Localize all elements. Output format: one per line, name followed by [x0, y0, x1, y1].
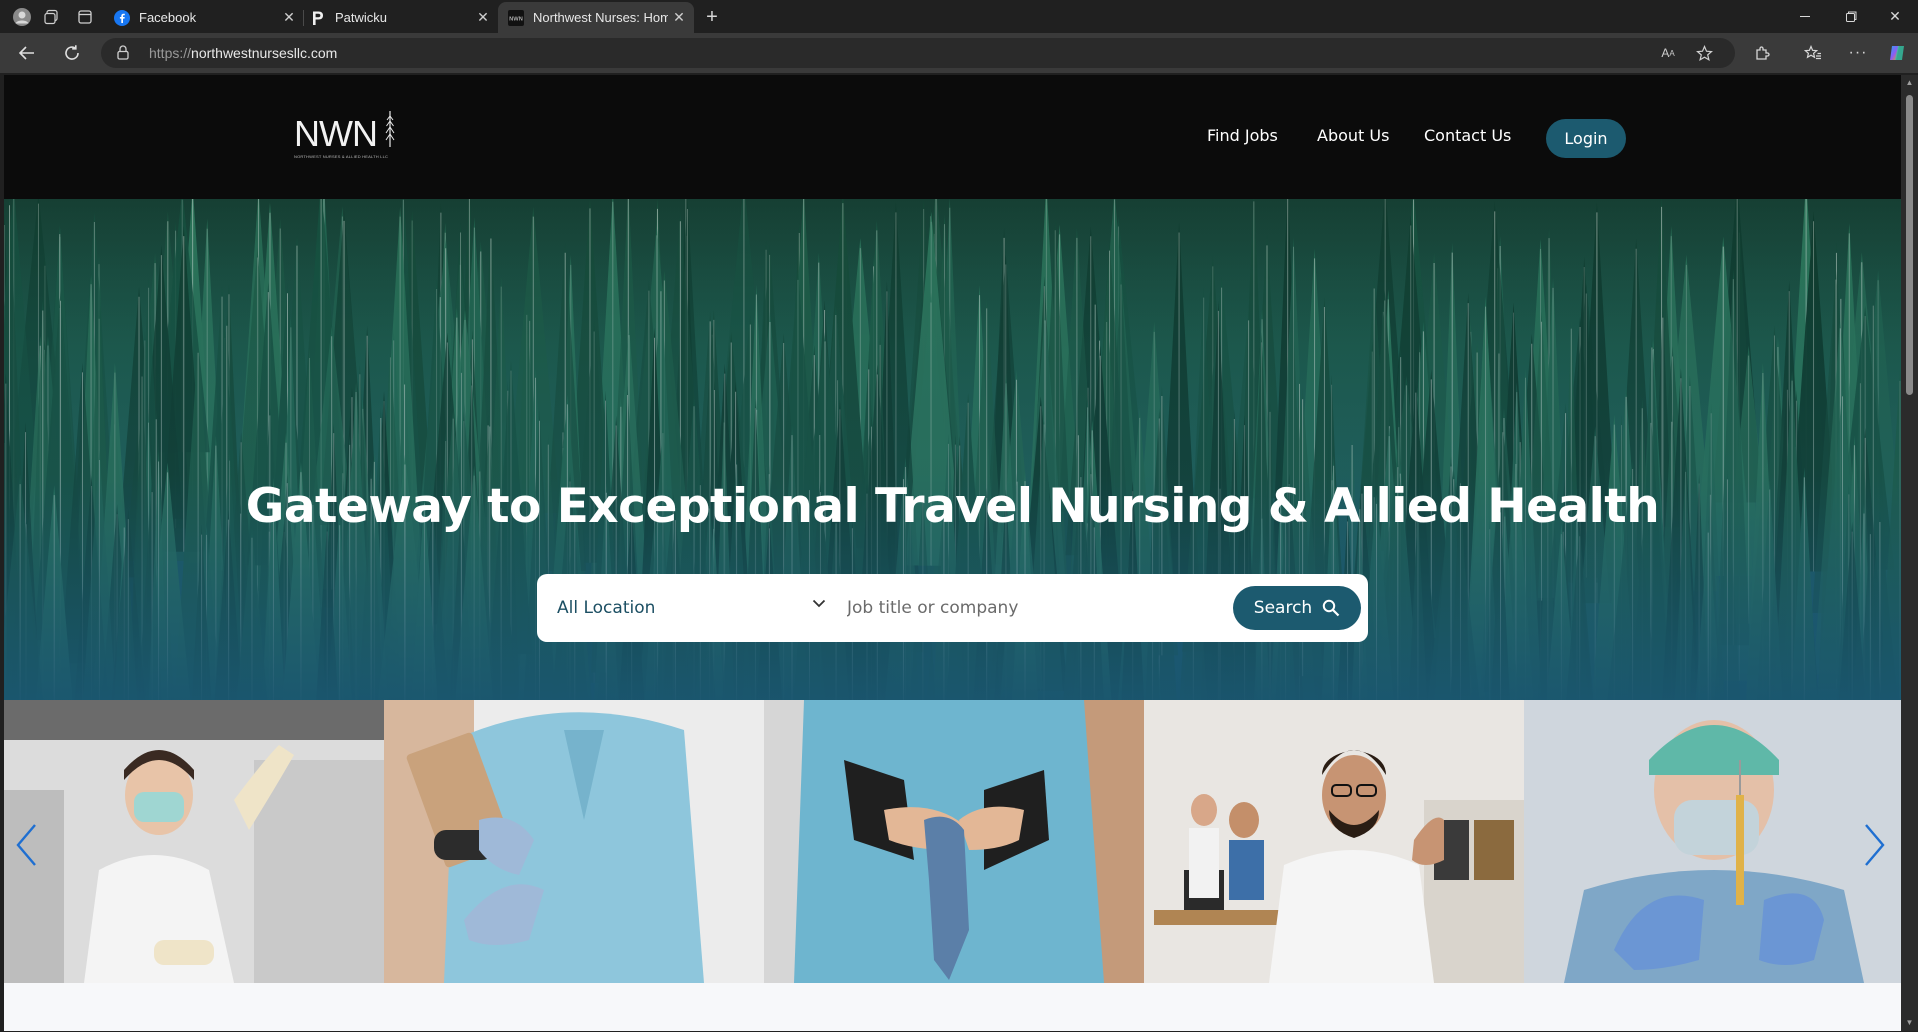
nwn-icon: NWN — [508, 9, 524, 26]
new-tab-icon[interactable]: + — [699, 5, 725, 29]
extensions-icon[interactable] — [1749, 41, 1775, 65]
location-dropdown[interactable]: All Location — [557, 574, 837, 642]
read-aloud-icon[interactable]: AA — [1657, 43, 1679, 63]
copilot-icon[interactable] — [1884, 41, 1910, 65]
job-search-box: All Location Search — [537, 574, 1368, 642]
tab-strip: Facebook ✕ Patwicku ✕ NWN Northwest Nurs… — [0, 0, 1918, 33]
chevron-down-icon — [812, 599, 826, 608]
site-header: NWN NORTHWEST NURSES & ALLIED HEALTH LLC… — [4, 75, 1901, 199]
nav-find-jobs[interactable]: Find Jobs — [1207, 126, 1278, 145]
hero-title: Gateway to Exceptional Travel Nursing & … — [245, 479, 1660, 534]
refresh-icon[interactable] — [57, 39, 87, 67]
close-tab-icon[interactable]: ✕ — [278, 7, 300, 29]
profile-icon[interactable] — [9, 5, 35, 29]
close-window-icon[interactable]: ✕ — [1872, 0, 1918, 33]
workspaces-icon[interactable] — [38, 5, 64, 29]
carousel-image-clipboard-scrubs — [384, 700, 764, 983]
hero-section: Gateway to Exceptional Travel Nursing & … — [4, 199, 1901, 700]
login-button[interactable]: Login — [1546, 119, 1626, 158]
search-icon — [1323, 599, 1340, 617]
carousel-prev-icon[interactable] — [11, 820, 41, 870]
web-page: NWN NORTHWEST NURSES & ALLIED HEALTH LLC… — [4, 75, 1901, 1031]
tab-title: Facebook — [139, 10, 197, 25]
facebook-icon — [114, 9, 130, 26]
carousel-image-surgeon-syringe — [1524, 700, 1901, 983]
carousel-image-doctor-thumbs-up — [1144, 700, 1524, 983]
tab-facebook[interactable]: Facebook ✕ — [104, 2, 304, 33]
image-carousel — [4, 700, 1901, 983]
favorites-icon[interactable] — [1800, 41, 1826, 65]
tab-title: Northwest Nurses: Home — [533, 10, 668, 25]
search-button[interactable]: Search — [1233, 586, 1361, 630]
close-tab-icon[interactable]: ✕ — [472, 7, 494, 29]
page-scrollbar[interactable]: ▲ ▼ — [1901, 75, 1918, 1031]
search-label: Search — [1253, 598, 1313, 618]
scrollbar-thumb[interactable] — [1906, 95, 1913, 395]
nav-about-us[interactable]: About Us — [1317, 126, 1389, 145]
address-bar[interactable]: https://northwestnursesllc.com AA — [101, 38, 1735, 68]
logo-text: NWN — [294, 113, 378, 154]
browser-window: Facebook ✕ Patwicku ✕ NWN Northwest Nurs… — [0, 0, 1918, 1032]
back-icon[interactable] — [12, 39, 42, 67]
svg-text:NWN: NWN — [509, 16, 523, 22]
lock-icon[interactable] — [117, 45, 129, 65]
scroll-up-icon[interactable]: ▲ — [1904, 78, 1915, 88]
location-value: All Location — [557, 598, 656, 618]
browser-toolbar: https://northwestnursesllc.com AA ··· — [0, 33, 1918, 73]
carousel-image-lab-nurse — [4, 700, 384, 983]
tab-northwest-nurses[interactable]: NWN Northwest Nurses: Home ✕ — [498, 2, 694, 33]
carousel-image-gloves — [764, 700, 1144, 983]
job-search-input[interactable] — [847, 588, 1227, 628]
close-tab-icon[interactable]: ✕ — [668, 7, 690, 29]
site-logo[interactable]: NWN NORTHWEST NURSES & ALLIED HEALTH LLC — [294, 111, 404, 161]
tab-title: Patwicku — [335, 10, 388, 25]
logo-tagline: NORTHWEST NURSES & ALLIED HEALTH LLC — [294, 154, 389, 159]
url-text[interactable]: https://northwestnursesllc.com — [149, 45, 337, 61]
nav-contact-us[interactable]: Contact Us — [1424, 126, 1511, 145]
pine-tree-icon — [385, 111, 395, 147]
carousel-next-icon[interactable] — [1860, 820, 1890, 870]
scroll-down-icon[interactable]: ▼ — [1904, 1018, 1915, 1028]
minimize-icon[interactable] — [1782, 0, 1828, 33]
tab-patwicku[interactable]: Patwicku ✕ — [300, 2, 498, 33]
favorite-star-icon[interactable] — [1693, 43, 1715, 63]
more-menu-icon[interactable]: ··· — [1845, 41, 1871, 65]
restore-icon[interactable] — [1828, 0, 1874, 33]
vertical-tabs-icon[interactable] — [72, 5, 98, 29]
patreon-icon — [310, 10, 326, 26]
